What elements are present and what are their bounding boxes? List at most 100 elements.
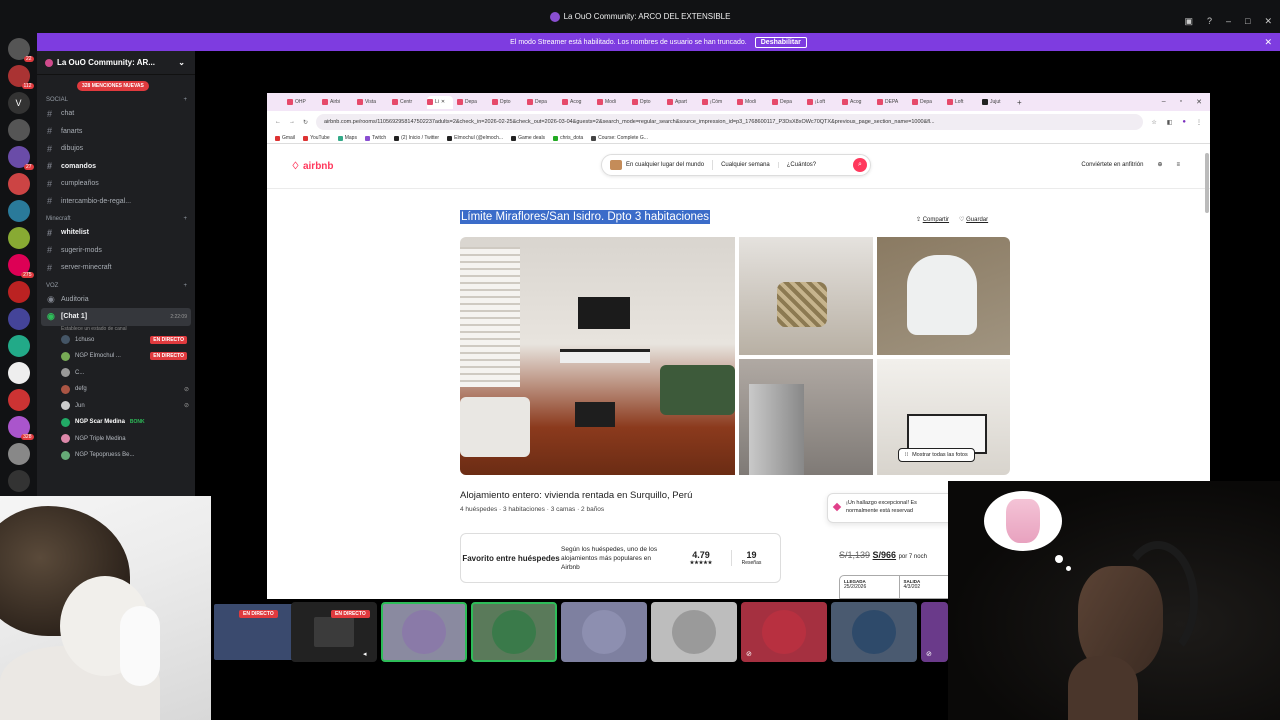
back-icon[interactable]: ← [275,119,281,125]
star-icon[interactable]: ☆ [1151,119,1156,126]
host-link[interactable]: Conviértete en anfitrión [1081,162,1143,168]
voice-user[interactable]: C... [37,365,195,382]
browser-tab[interactable]: DEPA [877,96,908,109]
channel-item[interactable]: # comandos [37,158,195,176]
reload-icon[interactable]: ↻ [303,119,308,126]
server-icon[interactable] [7,281,30,303]
server-icon[interactable] [7,308,30,330]
globe-icon[interactable]: ⊕ [1157,161,1162,168]
bookmark[interactable]: Game deals [511,135,545,141]
photo-3[interactable] [877,237,1010,355]
browser-tab[interactable]: Depa [912,96,943,109]
share-button[interactable]: ⇪ Compartir [916,216,949,223]
search-when[interactable]: Cualquier semana [713,162,779,168]
channel-item[interactable]: # server-minecraft [37,259,195,277]
maximize-button[interactable]: ▫ [1180,98,1182,106]
close-icon[interactable]: ✕ [1264,37,1272,48]
stream-tile[interactable]: EN DIRECTO [211,602,297,662]
voice-channel[interactable]: ◉ Auditoria [37,291,195,309]
category-voz[interactable]: VOZ + [46,283,195,289]
profile-avatar[interactable]: ● [1182,119,1186,126]
browser-tab[interactable]: Dpto [492,96,523,109]
browser-tab-active[interactable]: Li ✕ [427,95,453,109]
mentions-badge[interactable]: 328 MENCIONES NUEVAS [77,81,149,91]
server-icon[interactable] [7,443,30,465]
bookmark[interactable]: YouTube [303,135,330,141]
forward-icon[interactable]: → [289,119,295,125]
server-icon[interactable] [7,470,30,492]
browser-tab[interactable]: Acog [562,96,593,109]
server-icon[interactable] [7,389,30,411]
browser-tab[interactable]: Depa [527,96,558,109]
bookmark[interactable]: Elmochul (@elmoch... [447,135,503,141]
disable-streamer-button[interactable]: Deshabilitar [754,36,807,48]
voice-user[interactable]: Jun ⊘ [37,398,195,415]
channel-item[interactable]: # intercambio-de-regal... [37,193,195,211]
category-minecraft[interactable]: Minecraft + [46,216,195,222]
voice-user[interactable]: NGP Triple Medina [37,431,195,448]
browser-tab[interactable]: ¡Cóm [702,96,733,109]
browser-tab[interactable]: Centr [392,96,423,109]
channel-item[interactable]: # sugerir-mods [37,242,195,260]
channel-item[interactable]: # chat [37,105,195,123]
server-icon[interactable] [7,227,30,249]
scrollbar[interactable] [1205,153,1209,213]
server-icon[interactable] [7,200,30,222]
guild-header[interactable]: La OuO Community: AR... ⌄ [37,51,195,75]
channel-item[interactable]: # dibujos [37,140,195,158]
server-icon[interactable]: 275 [7,254,34,278]
stream-tile[interactable] [561,602,647,662]
maximize-button[interactable]: □ [1245,16,1250,27]
category-social[interactable]: SOCIAL + [46,97,195,103]
server-icon[interactable]: 22 [7,38,34,62]
bookmark[interactable]: Twitch [364,135,386,141]
voice-user[interactable]: NGP Elmochul ... EN DIRECTO [37,348,195,365]
browser-tab[interactable]: Depa [457,96,488,109]
browser-tab[interactable]: Jujut [982,96,1013,109]
voice-user[interactable]: 1chuso EN DIRECTO [37,332,195,349]
airbnb-logo[interactable]: ♢ airbnb [291,161,334,172]
search-who[interactable]: ¿Cuántos? [779,162,824,168]
close-button[interactable]: ✕ [1196,98,1202,106]
channel-item[interactable]: # cumpleaños [37,175,195,193]
stream-tile[interactable] [471,602,557,662]
stream-tile[interactable]: EN DIRECTO ◂ [291,602,377,662]
voice-user[interactable]: defg ⊘ [37,381,195,398]
stream-tile[interactable]: ⊘ [741,602,827,662]
help-icon[interactable]: ? [1207,16,1212,27]
inbox-icon[interactable]: ▣ [1184,16,1193,27]
server-icon[interactable] [7,362,30,384]
photo-2[interactable] [739,237,873,355]
bookmark[interactable]: Maps [337,135,357,141]
server-icon[interactable] [7,119,30,141]
bookmark[interactable]: Gmail [275,135,295,141]
photo-4[interactable] [739,359,873,475]
bookmark[interactable]: (2) Inicio / Twitter [394,135,439,141]
server-icon[interactable]: 328 [7,416,34,440]
server-icon[interactable]: 27 [7,146,34,170]
browser-tab[interactable]: OHP [287,96,318,109]
date-picker[interactable]: LLEGADA 25/2/2026 SALIDA 4/3/202 [839,575,959,599]
search-bar[interactable]: En cualquier lugar del mundo Cualquier s… [601,154,871,176]
browser-tab[interactable]: ¡Loft [807,96,838,109]
browser-tab[interactable]: Modi [737,96,768,109]
stream-tile[interactable] [381,602,467,662]
server-icon[interactable] [7,173,30,195]
minimize-button[interactable]: – [1162,98,1166,106]
browser-tab[interactable]: Dpto [632,96,663,109]
reviews-count[interactable]: 19 Reseñas [731,550,771,566]
browser-tab[interactable]: Airbi [322,96,353,109]
server-icon[interactable]: 112 [7,65,34,89]
stream-tile[interactable] [651,602,737,662]
extension-icon[interactable]: ◧ [1167,119,1173,126]
voice-channel-active[interactable]: ◉ [Chat 1] 2:22:09 [41,308,191,326]
search-icon[interactable]: ⌕ [853,158,867,172]
channel-item[interactable]: # fanarts [37,123,195,141]
stream-tile[interactable]: ⊘ [921,602,948,662]
menu-icon[interactable]: ≡ [1176,162,1180,168]
channel-item[interactable]: # whitelist [37,224,195,242]
minimize-button[interactable]: – [1226,16,1231,27]
address-bar[interactable]: airbnb.com.pe/rooms/1105692958147502237a… [316,114,1144,130]
server-icon[interactable]: V [7,92,30,114]
save-button[interactable]: ♡ Guardar [959,216,988,223]
